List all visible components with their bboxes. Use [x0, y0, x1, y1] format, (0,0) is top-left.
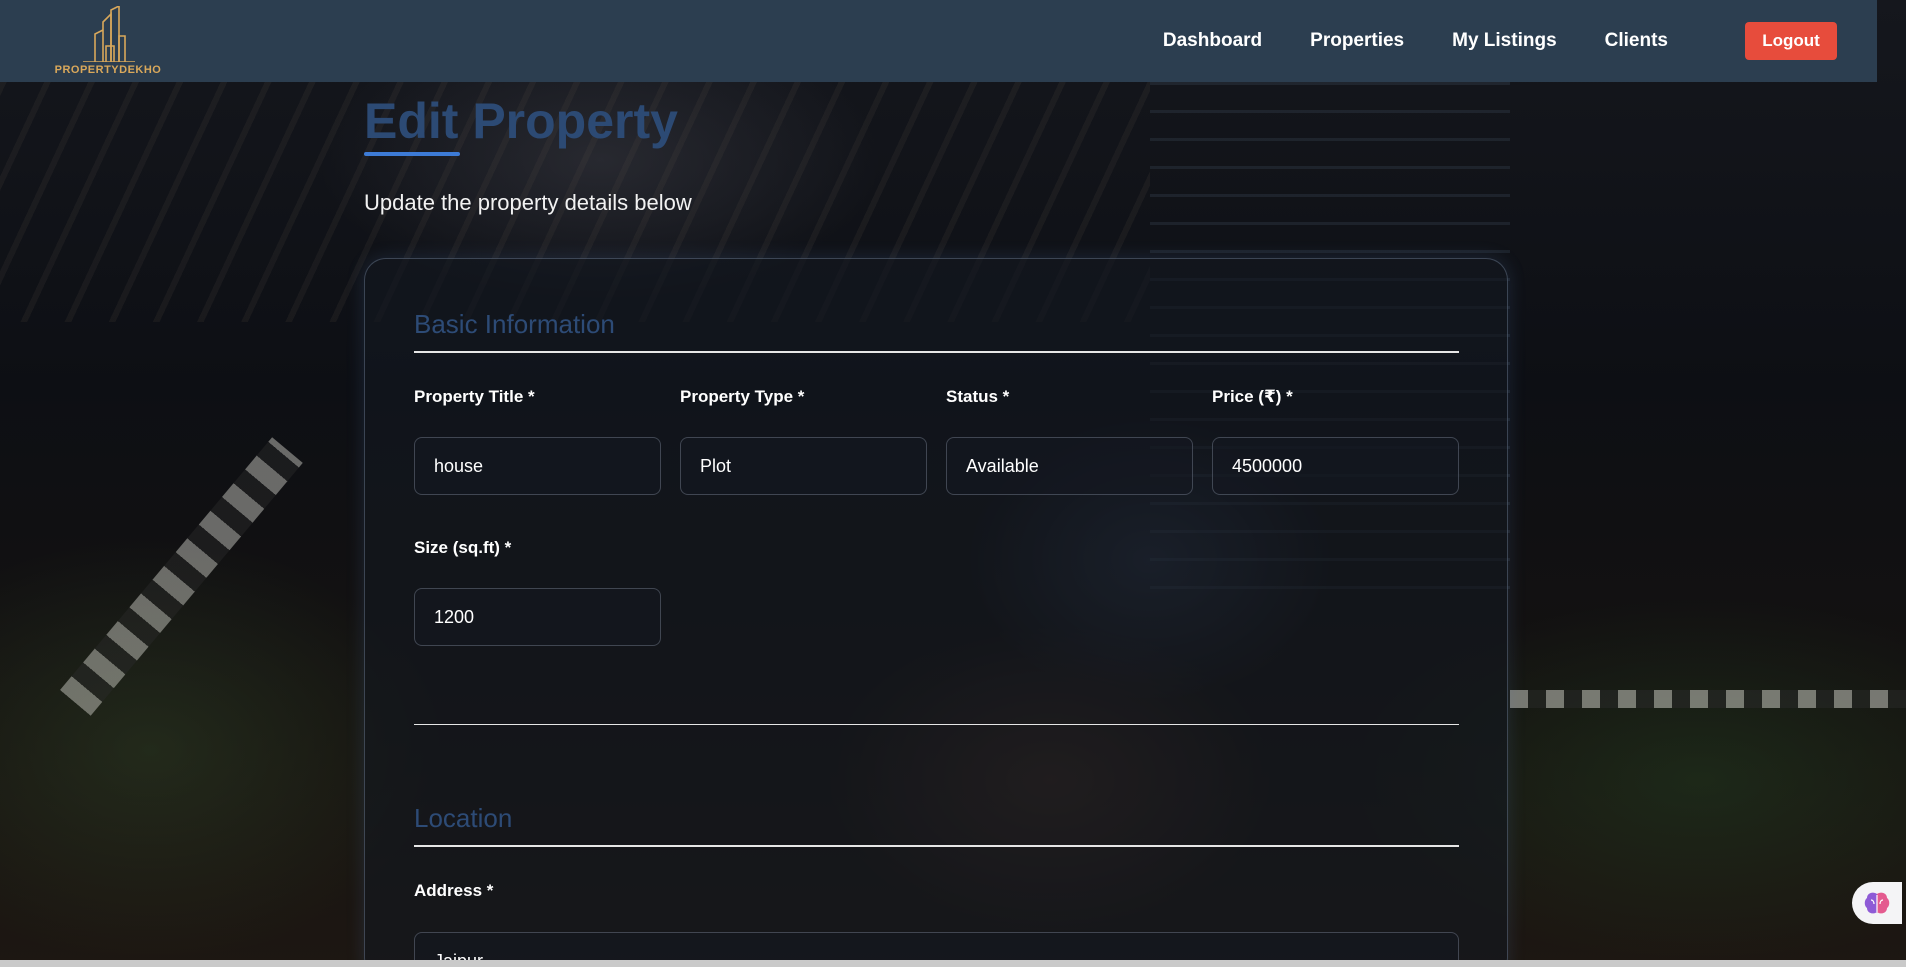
nav-links: Dashboard Properties My Listings Clients…: [1163, 22, 1837, 60]
property-title-input[interactable]: [414, 437, 661, 495]
nav-item-clients[interactable]: Clients: [1605, 30, 1668, 52]
top-navbar: PROPERTYDEKHO Dashboard Properties My Li…: [0, 0, 1877, 82]
section-title-location: Location: [414, 803, 513, 833]
section-separator: [414, 724, 1459, 725]
nav-item-dashboard[interactable]: Dashboard: [1163, 30, 1262, 52]
brand-name: PROPERTYDEKHO: [54, 64, 162, 76]
logout-button[interactable]: Logout: [1745, 22, 1837, 60]
edit-property-page: PROPERTYDEKHO Dashboard Properties My Li…: [0, 0, 1906, 967]
title-underline: [364, 152, 460, 156]
status-select[interactable]: [946, 437, 1193, 495]
brain-icon: [1864, 892, 1890, 914]
nav-item-my-listings[interactable]: My Listings: [1452, 30, 1557, 52]
buildings-logo-icon: [83, 6, 135, 62]
status-label: Status *: [946, 387, 1010, 406]
edit-property-form: Basic Information Property Title * Prope…: [364, 258, 1508, 967]
size-label: Size (sq.ft) *: [414, 538, 512, 557]
section-divider: [414, 845, 1459, 847]
size-input[interactable]: [414, 588, 661, 646]
property-type-select[interactable]: [680, 437, 927, 495]
page-title: Edit Property: [364, 93, 678, 149]
horizontal-scrollbar[interactable]: [0, 960, 1906, 967]
address-label: Address *: [414, 881, 494, 900]
page-subtitle: Update the property details below: [364, 190, 692, 215]
price-input[interactable]: [1212, 437, 1459, 495]
scrollbar-gutter[interactable]: [1877, 0, 1906, 967]
property-type-label: Property Type *: [680, 387, 805, 406]
background-curb-right: [1510, 690, 1906, 708]
brand-logo[interactable]: PROPERTYDEKHO: [46, 6, 170, 76]
assistant-widget-button[interactable]: [1852, 882, 1902, 924]
section-title-basic-information: Basic Information: [414, 309, 615, 339]
nav-item-properties[interactable]: Properties: [1310, 30, 1404, 52]
property-title-label: Property Title *: [414, 387, 535, 406]
price-label: Price (₹) *: [1212, 387, 1293, 406]
section-divider: [414, 351, 1459, 353]
